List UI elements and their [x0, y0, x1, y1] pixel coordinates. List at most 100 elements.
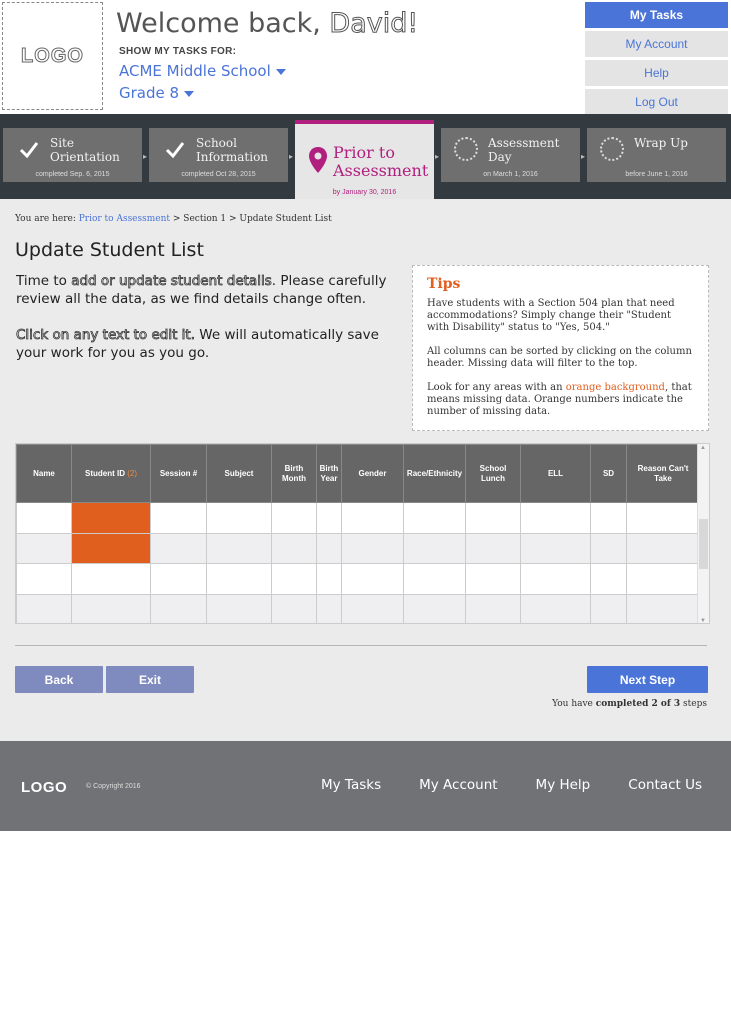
grade-dropdown[interactable]: Grade 8	[119, 84, 195, 102]
table-cell[interactable]	[271, 532, 317, 564]
table-cell[interactable]	[316, 532, 342, 564]
table-cell[interactable]	[341, 532, 404, 564]
exit-button[interactable]: Exit	[106, 666, 194, 693]
table-cell[interactable]	[341, 563, 404, 595]
table-cell[interactable]	[316, 563, 342, 595]
col-header-race-ethnicity[interactable]: Race/Ethnicity	[403, 444, 466, 503]
col-header-ell[interactable]: ELL	[520, 444, 591, 503]
table-cell[interactable]	[271, 502, 317, 534]
table-cell[interactable]	[403, 532, 466, 564]
intro1-start: Time to	[16, 273, 72, 289]
table-cell[interactable]	[71, 593, 151, 623]
table-cell[interactable]	[465, 532, 521, 564]
table-cell[interactable]	[206, 502, 272, 534]
table-cell[interactable]	[271, 593, 317, 623]
scrollbar-thumb[interactable]	[699, 519, 708, 569]
table-cell[interactable]	[403, 563, 466, 595]
table-cell-missing[interactable]	[71, 502, 151, 534]
table-cell[interactable]	[520, 502, 591, 534]
scroll-down-icon[interactable]: ▼	[700, 618, 706, 623]
scroll-up-icon[interactable]: ▲	[700, 445, 706, 451]
progress-suffix: steps	[680, 699, 707, 709]
table-cell[interactable]	[465, 502, 521, 534]
table-cell[interactable]	[626, 532, 700, 564]
table-cell[interactable]	[206, 532, 272, 564]
table-cell[interactable]	[520, 593, 591, 623]
table-cell[interactable]	[150, 563, 207, 595]
table-cell[interactable]	[626, 563, 700, 595]
table-cell[interactable]	[403, 593, 466, 623]
table-cell[interactable]	[16, 532, 72, 564]
col-header-student-id[interactable]: Student ID (2)	[71, 444, 151, 503]
breadcrumb: You are here: Prior to Assessment > Sect…	[15, 214, 332, 224]
footer-link-my-account[interactable]: My Account	[419, 777, 497, 793]
col-header-gender[interactable]: Gender	[341, 444, 404, 503]
progress-count: 2 of 3	[648, 699, 681, 709]
step-school-information[interactable]: School Information completed Oct 28, 2015	[149, 128, 288, 182]
table-cell[interactable]	[341, 593, 404, 623]
col-header-school-lunch[interactable]: School Lunch	[465, 444, 521, 503]
nav-my-account[interactable]: My Account	[585, 31, 728, 57]
table-cell[interactable]	[626, 593, 700, 623]
step-wrap-up[interactable]: Wrap Up before June 1, 2016	[587, 128, 726, 182]
col-header-sd[interactable]: SD	[590, 444, 627, 503]
table-cell[interactable]	[316, 502, 342, 534]
footer-link-my-tasks[interactable]: My Tasks	[321, 777, 381, 793]
table-cell[interactable]	[206, 563, 272, 595]
col-header-subject[interactable]: Subject	[206, 444, 272, 503]
col-header-name[interactable]: Name	[16, 444, 72, 503]
nav-my-tasks[interactable]: My Tasks	[585, 2, 728, 28]
table-cell-missing[interactable]	[71, 532, 151, 564]
back-button[interactable]: Back	[15, 666, 103, 693]
col-header-birth-year[interactable]: Birth Year	[316, 444, 342, 503]
next-step-button[interactable]: Next Step	[587, 666, 708, 693]
table-cell[interactable]	[403, 502, 466, 534]
tips-panel: Tips Have students with a Section 504 pl…	[412, 265, 709, 431]
table-cell[interactable]	[465, 593, 521, 623]
breadcrumb-prefix: You are here:	[15, 214, 79, 224]
col-header-session[interactable]: Session #	[150, 444, 207, 503]
table-cell[interactable]	[271, 563, 317, 595]
col-header-birth-month[interactable]: Birth Month	[271, 444, 317, 503]
table-cell[interactable]	[590, 563, 627, 595]
main-content: You are here: Prior to Assessment > Sect…	[0, 199, 731, 741]
table-cell[interactable]	[150, 593, 207, 623]
step-assessment-day[interactable]: Assessment Day on March 1, 2016	[441, 128, 580, 182]
table-cell[interactable]	[150, 502, 207, 534]
footer-link-my-help[interactable]: My Help	[536, 777, 591, 793]
step-date: before June 1, 2016	[625, 171, 688, 178]
table-cell[interactable]	[520, 532, 591, 564]
footer-link-contact-us[interactable]: Contact Us	[628, 777, 702, 793]
step-site-orientation[interactable]: Site Orientation completed Sep. 6, 2015	[3, 128, 142, 182]
tip-missing-data: Look for any areas with an orange backgr…	[427, 382, 694, 418]
progress-text: You have completed 2 of 3 steps	[552, 699, 707, 709]
table-cell[interactable]	[465, 563, 521, 595]
intro1-emphasis: add or update student details	[71, 273, 272, 290]
table-cell[interactable]	[520, 563, 591, 595]
table-cell[interactable]	[16, 563, 72, 595]
table-cell[interactable]	[316, 593, 342, 623]
school-dropdown[interactable]: ACME Middle School	[119, 62, 286, 80]
table-cell[interactable]	[206, 593, 272, 623]
check-icon	[165, 142, 185, 159]
table-cell[interactable]	[341, 502, 404, 534]
table-cell[interactable]	[590, 532, 627, 564]
table-cell[interactable]	[71, 563, 151, 595]
col-header-reason-cant-take[interactable]: Reason Can't Take	[626, 444, 700, 503]
nav-help[interactable]: Help	[585, 60, 728, 86]
chevron-down-icon	[275, 68, 286, 75]
table-cell[interactable]	[150, 532, 207, 564]
logo-text: LOGO	[21, 44, 84, 67]
step-title-line2: Information	[196, 150, 269, 164]
nav-log-out[interactable]: Log Out	[585, 89, 728, 115]
table-cell[interactable]	[626, 502, 700, 534]
breadcrumb-link[interactable]: Prior to Assessment	[79, 214, 170, 224]
table-cell[interactable]	[590, 502, 627, 534]
student-table: Name Student ID (2) Session # Subject Bi…	[16, 444, 700, 623]
table-cell[interactable]	[590, 593, 627, 623]
table-cell[interactable]	[16, 502, 72, 534]
arrow-right-icon: ▸	[435, 152, 440, 161]
step-prior-to-assessment[interactable]: Prior to Assessment by January 30, 2016	[295, 120, 434, 199]
table-scrollbar[interactable]: ▲ ▼	[697, 444, 709, 623]
table-cell[interactable]	[16, 593, 72, 623]
